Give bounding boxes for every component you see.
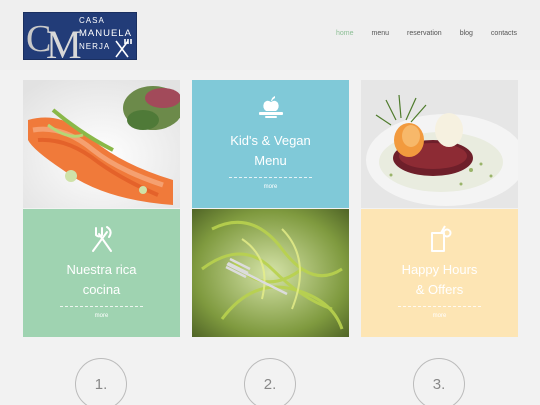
site-header: C M CASA MANUELA NERJA home menu reserva…: [0, 0, 540, 70]
shrimp-dish-photo[interactable]: [361, 80, 518, 208]
nuestra-more-link[interactable]: more: [23, 313, 180, 319]
kids-vegan-more-link[interactable]: more: [192, 184, 349, 190]
card-kids-vegan-menu[interactable]: Kid's & Vegan Menu more: [192, 80, 349, 208]
cutlery-icon: [23, 225, 180, 253]
happy-title-line1: Happy Hours: [401, 262, 478, 277]
nuestra-title-line2: cocina: [82, 282, 121, 297]
nav-reservation[interactable]: reservation: [407, 30, 442, 37]
main-nav: home menu reservation blog contacts: [318, 30, 517, 37]
green-pasta-image: [192, 209, 349, 337]
step-2-circle: 2.: [244, 358, 296, 405]
happy-more-link[interactable]: more: [361, 313, 518, 319]
step-1-circle: 1.: [75, 358, 127, 405]
kids-vegan-divider: [229, 177, 312, 178]
salmon-dish-photo[interactable]: [23, 80, 180, 208]
salmon-dish-image: [23, 80, 180, 208]
nav-contacts[interactable]: contacts: [491, 30, 517, 37]
nav-blog[interactable]: blog: [460, 30, 473, 37]
shrimp-dish-image: [361, 80, 518, 208]
logo-word-nerja: NERJA: [79, 42, 111, 51]
fork-knife-icon: [115, 39, 132, 58]
nav-menu[interactable]: menu: [372, 30, 390, 37]
green-pasta-photo[interactable]: [192, 209, 349, 337]
cocktail-glass-icon: [361, 225, 518, 253]
step-3-circle: 3.: [413, 358, 465, 405]
happy-divider: [398, 306, 481, 307]
nav-home[interactable]: home: [336, 30, 354, 37]
logo-word-casa: CASA: [79, 16, 105, 25]
happy-title-line2: & Offers: [415, 282, 464, 297]
apple-plate-icon: [192, 96, 349, 122]
nuestra-divider: [60, 306, 143, 307]
casa-manuela-logo[interactable]: C M CASA MANUELA NERJA: [23, 12, 137, 60]
svg-text:M: M: [46, 22, 82, 60]
card-happy-hours-offers[interactable]: Happy Hours & Offers more: [361, 209, 518, 337]
kids-vegan-title-line1: Kid's & Vegan: [230, 133, 311, 148]
nuestra-title-line1: Nuestra rica: [66, 262, 137, 277]
logo-word-manuela: MANUELA: [79, 28, 132, 39]
kids-vegan-title-line2: Menu: [254, 153, 287, 168]
card-nuestra-rica-cocina[interactable]: Nuestra rica cocina more: [23, 209, 180, 337]
